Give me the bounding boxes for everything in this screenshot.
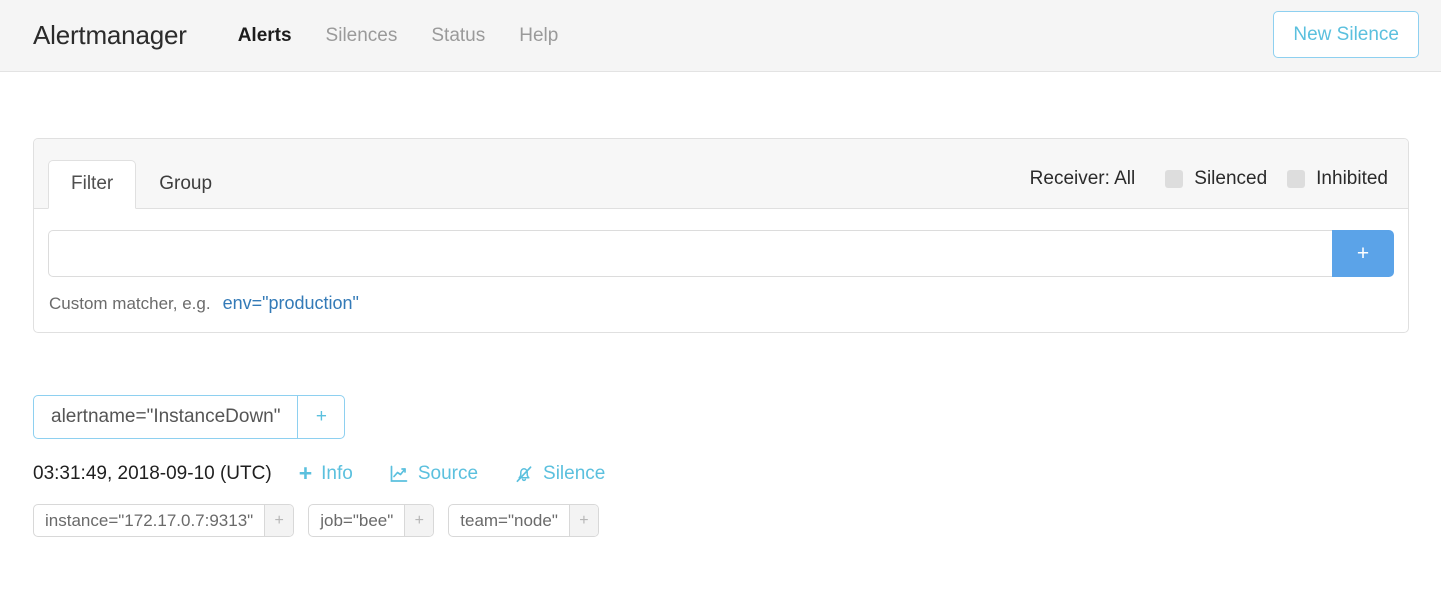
filter-card-body: + Custom matcher, e.g. env="production" <box>34 209 1408 332</box>
alert-label-instance[interactable]: instance="172.17.0.7:9313" + <box>33 504 295 537</box>
plus-icon: + <box>298 460 313 486</box>
alert-group-matcher-plus-button[interactable]: + <box>297 396 344 438</box>
filter-hint-example[interactable]: env="production" <box>223 293 359 314</box>
filter-matcher-input[interactable] <box>48 230 1332 277</box>
alert-group-matcher-chip[interactable]: alertname="InstanceDown" + <box>33 395 346 439</box>
tab-filter[interactable]: Filter <box>48 160 137 209</box>
filter-header-controls: Receiver: All Silenced Inhibited <box>1030 168 1394 208</box>
page-content: Filter Group Receiver: All Silenced Inhi… <box>0 138 1441 537</box>
alert-timestamp: 03:31:49, 2018-09-10 (UTC) <box>33 462 272 484</box>
filter-card-header: Filter Group Receiver: All Silenced Inhi… <box>34 139 1408 209</box>
filter-input-row: + <box>48 230 1394 277</box>
alert-action-source-label: Source <box>417 462 479 484</box>
nav-link-alerts[interactable]: Alerts <box>221 25 309 47</box>
checkbox-silenced[interactable]: Silenced <box>1165 168 1267 190</box>
alert-action-info-label: Info <box>321 462 353 484</box>
filter-hint-text: Custom matcher, e.g. <box>49 294 211 313</box>
alert-label-team[interactable]: team="node" + <box>448 504 599 537</box>
tab-group[interactable]: Group <box>136 160 235 209</box>
alert-action-source[interactable]: Source <box>389 463 478 485</box>
checkbox-inhibited-box[interactable] <box>1287 170 1306 188</box>
nav-link-help[interactable]: Help <box>502 25 575 47</box>
bell-slash-icon <box>514 464 534 484</box>
checkbox-inhibited-label: Inhibited <box>1316 168 1388 189</box>
alert-action-info[interactable]: + Info <box>299 462 353 485</box>
nav-link-silences[interactable]: Silences <box>309 25 415 47</box>
alert-action-silence[interactable]: Silence <box>514 463 605 485</box>
filter-hint: Custom matcher, e.g. env="production" <box>48 293 1394 314</box>
app-brand: Alertmanager <box>33 20 187 50</box>
filter-card: Filter Group Receiver: All Silenced Inhi… <box>33 138 1409 333</box>
alert-label-job-text: job="bee" <box>320 510 394 530</box>
checkbox-silenced-box[interactable] <box>1165 170 1184 188</box>
navbar: Alertmanager Alerts Silences Status Help… <box>0 0 1441 72</box>
alert-action-silence-label: Silence <box>543 462 606 484</box>
add-matcher-button[interactable]: + <box>1332 230 1394 277</box>
alert-group-matcher-text: alertname="InstanceDown" <box>51 406 281 427</box>
checkbox-silenced-label: Silenced <box>1194 168 1268 189</box>
nav-links: Alerts Silences Status Help <box>221 25 576 47</box>
alert-label-team-text: team="node" <box>460 510 558 530</box>
alert-label-instance-text: instance="172.17.0.7:9313" <box>45 510 254 530</box>
nav-link-status[interactable]: Status <box>414 25 502 47</box>
alert-label-job[interactable]: job="bee" + <box>308 504 435 537</box>
receiver-selector[interactable]: Receiver: All <box>1030 168 1136 190</box>
checkbox-inhibited[interactable]: Inhibited <box>1287 168 1388 190</box>
alert-meta-row: 03:31:49, 2018-09-10 (UTC) + Info Source <box>33 462 1408 485</box>
alert-label-chips: instance="172.17.0.7:9313" + job="bee" +… <box>33 504 1408 537</box>
chart-line-icon <box>389 464 409 484</box>
new-silence-button[interactable]: New Silence <box>1273 11 1419 58</box>
alert-group: alertname="InstanceDown" + 03:31:49, 201… <box>33 395 1408 537</box>
alert-label-team-plus-button[interactable]: + <box>568 505 598 536</box>
alert-label-instance-plus-button[interactable]: + <box>264 505 294 536</box>
alert-label-job-plus-button[interactable]: + <box>404 505 434 536</box>
filter-tabs: Filter Group <box>48 139 235 209</box>
